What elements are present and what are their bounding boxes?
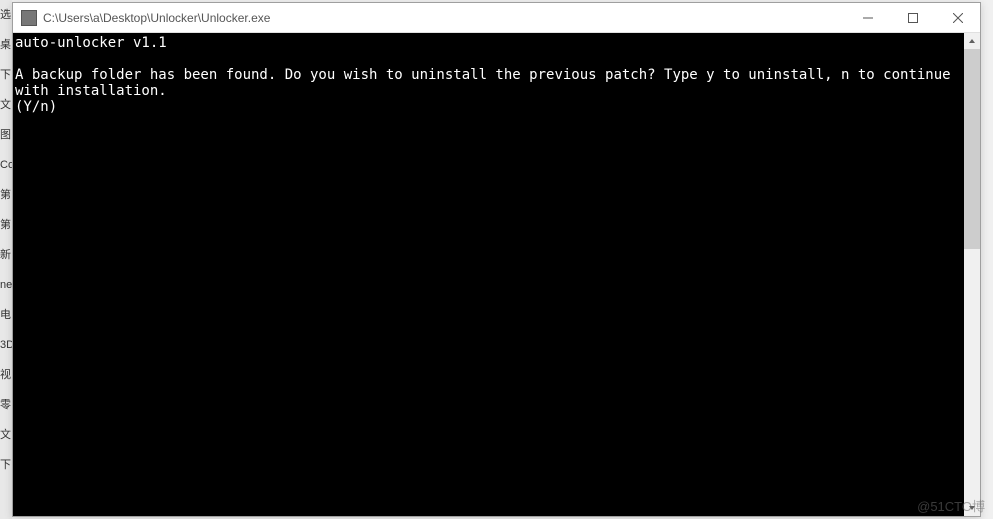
console-area: auto-unlocker v1.1 A backup folder has b… [13,33,980,516]
scroll-up-button[interactable] [964,33,980,49]
desktop-fragment: 下 [0,450,12,480]
close-icon [953,13,963,23]
desktop-fragment: 新 [0,240,12,270]
chevron-up-icon [968,37,976,45]
console-window: C:\Users\a\Desktop\Unlocker\Unlocker.exe… [12,2,981,517]
console-output[interactable]: auto-unlocker v1.1 A backup folder has b… [13,33,964,516]
console-line: (Y/n) [15,99,57,115]
desktop-fragment: 第 [0,210,12,240]
console-line: auto-unlocker v1.1 [15,35,167,51]
chevron-down-icon [968,504,976,512]
desktop-fragment: ne [0,270,12,300]
titlebar[interactable]: C:\Users\a\Desktop\Unlocker\Unlocker.exe [13,3,980,33]
desktop-background-fragments: 选 桌 下 文 图 Co 第 第 新 ne 电 3D 视 零 文 下 [0,0,12,519]
desktop-fragment: 下 [0,60,12,90]
desktop-fragment: Co [0,150,12,180]
desktop-fragment: 零 [0,390,12,420]
app-icon [21,10,37,26]
maximize-icon [908,13,918,23]
console-line: A backup folder has been found. Do you w… [15,67,959,99]
desktop-fragment: 图 [0,120,12,150]
vertical-scrollbar[interactable] [964,33,980,516]
maximize-button[interactable] [890,3,935,32]
desktop-fragment: 电 [0,300,12,330]
desktop-fragment: 选 [0,0,12,30]
minimize-icon [863,13,873,23]
minimize-button[interactable] [845,3,890,32]
desktop-fragment: 文 [0,420,12,450]
desktop-fragment: 文 [0,90,12,120]
scroll-thumb[interactable] [964,49,980,249]
desktop-fragment: 3D [0,330,12,360]
scroll-down-button[interactable] [964,500,980,516]
window-title: C:\Users\a\Desktop\Unlocker\Unlocker.exe [43,11,845,25]
desktop-fragment: 桌 [0,30,12,60]
desktop-fragment: 视 [0,360,12,390]
close-button[interactable] [935,3,980,32]
desktop-fragment: 第 [0,180,12,210]
window-controls [845,3,980,32]
